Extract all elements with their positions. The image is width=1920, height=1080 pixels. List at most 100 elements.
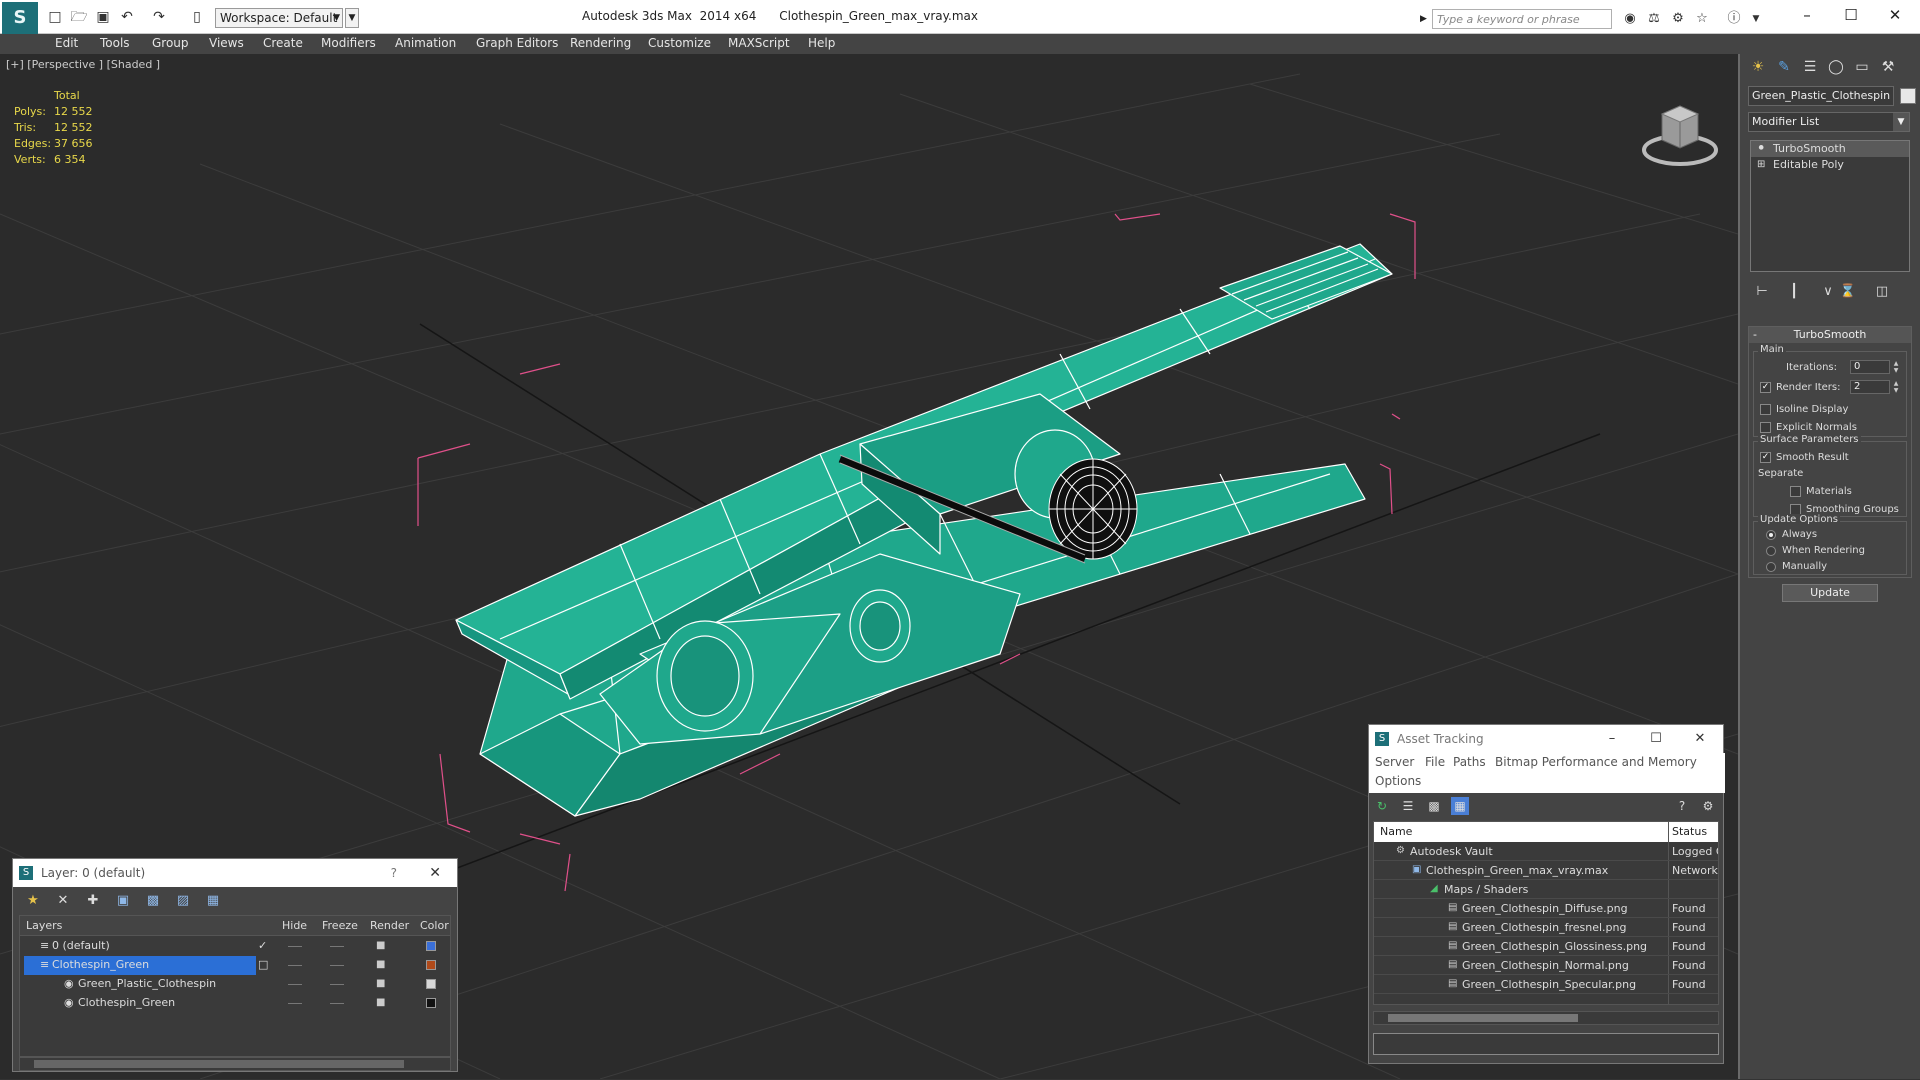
make-unique-icon[interactable]: ∨ [1818,282,1838,302]
menu-group[interactable]: Group [152,36,189,50]
scrollbar-thumb[interactable] [1388,1014,1578,1022]
asset-path-field[interactable] [1373,1033,1719,1055]
update-button[interactable]: Update [1782,584,1878,602]
isoline-display-checkbox[interactable] [1760,404,1771,415]
settings-icon[interactable]: ⚙ [1699,797,1717,815]
expand-plus-icon[interactable]: ⊞ [1757,157,1765,173]
asset-row[interactable]: ▤ Green_Clothespin_Diffuse.png Found [1374,899,1718,918]
layer-row[interactable]: ◉ Clothespin_Green ■ [20,994,450,1013]
table-view-icon[interactable]: ▦ [1451,797,1469,815]
asset-row[interactable]: ▤ Green_Clothespin_Normal.png Found [1374,956,1718,975]
column-hide[interactable]: Hide [282,919,307,932]
create-tab-icon[interactable]: ☀ [1746,56,1770,78]
help-dropdown-icon[interactable]: ▼ [1746,10,1766,28]
horizontal-scrollbar[interactable] [1373,1011,1719,1025]
layer-color-swatch[interactable] [426,941,436,951]
list-view-icon[interactable]: ☰ [1399,797,1417,815]
utilities-tab-icon[interactable]: ⚒ [1876,56,1900,78]
modifier-list-dropdown[interactable]: Modifier List ▼ [1748,112,1910,132]
menu-server[interactable]: Server [1375,755,1414,769]
layer-panel-titlebar[interactable]: S Layer: 0 (default) ? ✕ [13,859,457,887]
viewport-label[interactable]: [+] [Perspective ] [Shaded ] [6,58,160,71]
select-in-layer-icon[interactable]: ▣ [113,892,133,910]
maximize-icon[interactable]: ☐ [1641,725,1671,753]
spinner-arrows-icon[interactable]: ▲ ▼ [1892,380,1900,394]
horizontal-scrollbar[interactable] [19,1057,451,1071]
favorites-star-icon[interactable]: ☆ [1692,10,1712,28]
display-tab-icon[interactable]: ▭ [1850,56,1874,78]
asset-row[interactable]: ▤ Green_Clothespin_fresnel.png Found [1374,918,1718,937]
add-to-layer-icon[interactable]: ✚ [83,892,103,910]
menu-bitmap-performance[interactable]: Bitmap Performance and Memory [1495,755,1697,769]
highlight-layer-icon[interactable]: ▩ [143,892,163,910]
menu-views[interactable]: Views [209,36,244,50]
close-window-button[interactable]: ✕ [1880,4,1910,26]
minimize-window-button[interactable]: – [1792,4,1822,26]
asset-row[interactable]: ▤ Green_Clothespin_Glossiness.png Found [1374,937,1718,956]
column-status[interactable]: Status [1672,825,1707,838]
menu-paths[interactable]: Paths [1453,755,1486,769]
when-rendering-radio[interactable] [1766,546,1776,556]
rollout-header[interactable]: - TurboSmooth [1749,327,1911,343]
new-layer-icon[interactable]: ★ [23,892,43,910]
remove-modifier-icon[interactable]: ⌛ [1838,282,1858,302]
render-teapot-icon[interactable]: ■ [376,940,385,951]
object-color-swatch[interactable] [1900,88,1916,104]
hierarchy-tab-icon[interactable]: ☰ [1798,56,1822,78]
menu-file[interactable]: File [1425,755,1445,769]
always-radio[interactable] [1766,530,1776,540]
stack-item-editable-poly[interactable]: ⊞ Editable Poly [1751,157,1909,173]
column-freeze[interactable]: Freeze [322,919,358,932]
communication-icon[interactable]: ⚙ [1668,10,1688,28]
menu-customize[interactable]: Customize [648,36,711,50]
motion-tab-icon[interactable]: ◯ [1824,56,1848,78]
modifier-stack[interactable]: ⚫ TurboSmooth ⊞ Editable Poly [1750,140,1910,272]
current-layer-check-icon[interactable]: ✓ [258,939,267,952]
render-teapot-icon[interactable]: ■ [376,978,385,989]
menu-create[interactable]: Create [263,36,303,50]
render-teapot-icon[interactable]: ■ [376,959,385,970]
render-iters-spinner[interactable]: 2 [1850,380,1890,394]
help-button[interactable]: ? [391,859,397,887]
asset-row[interactable]: ⚙ Autodesk Vault Logged Out [1374,842,1718,861]
column-name[interactable]: Name [1380,825,1412,838]
modify-tab-icon[interactable]: ✎ [1772,56,1796,78]
show-end-result-icon[interactable]: ┃ [1784,282,1804,302]
search-input[interactable]: Type a keyword or phrase [1432,9,1612,29]
layer-row[interactable]: ◉ Green_Plastic_Clothespin ■ [20,975,450,994]
object-color-swatch[interactable] [426,979,436,989]
menu-graph-editors[interactable]: Graph Editors [476,36,558,50]
help-icon[interactable]: ? [1673,797,1691,815]
layer-color-swatch[interactable] [426,960,436,970]
smooth-result-checkbox[interactable]: ✓ [1760,452,1771,463]
close-icon[interactable]: ✕ [429,859,441,887]
delete-layer-icon[interactable]: ✕ [53,892,73,910]
column-layers[interactable]: Layers [26,919,62,932]
layer-row[interactable]: ≡ 0 (default) ✓ ■ [20,937,450,956]
close-icon[interactable]: ✕ [1685,725,1715,753]
maximize-window-button[interactable]: ☐ [1836,4,1866,26]
current-layer-box-icon[interactable]: □ [258,958,268,971]
minimize-icon[interactable]: – [1597,725,1627,753]
freeze-all-layers-icon[interactable]: ▦ [203,892,223,910]
stack-item-turbosmooth[interactable]: ⚫ TurboSmooth [1751,141,1909,157]
menu-options[interactable]: Options [1375,774,1421,788]
column-color[interactable]: Color [420,919,449,932]
configure-modifier-sets-icon[interactable]: ◫ [1872,282,1892,302]
thumbnail-view-icon[interactable]: ▩ [1425,797,1443,815]
menu-modifiers[interactable]: Modifiers [321,36,376,50]
object-color-swatch[interactable] [426,998,436,1008]
asset-row[interactable]: ▣ Clothespin_Green_max_vray.max Network [1374,861,1718,880]
menu-tools[interactable]: Tools [100,36,130,50]
render-iters-checkbox[interactable]: ✓ [1760,382,1771,393]
pin-stack-icon[interactable]: ⊢ [1752,282,1772,302]
subscription-icon[interactable]: ⚖ [1644,10,1664,28]
materials-checkbox[interactable] [1790,486,1801,497]
manually-radio[interactable] [1766,562,1776,572]
column-render[interactable]: Render [370,919,409,932]
menu-maxscript[interactable]: MAXScript [728,36,790,50]
menu-animation[interactable]: Animation [395,36,456,50]
hide-all-layers-icon[interactable]: ▨ [173,892,193,910]
refresh-icon[interactable]: ↻ [1373,797,1391,815]
viewcube-icon[interactable] [1640,84,1720,174]
